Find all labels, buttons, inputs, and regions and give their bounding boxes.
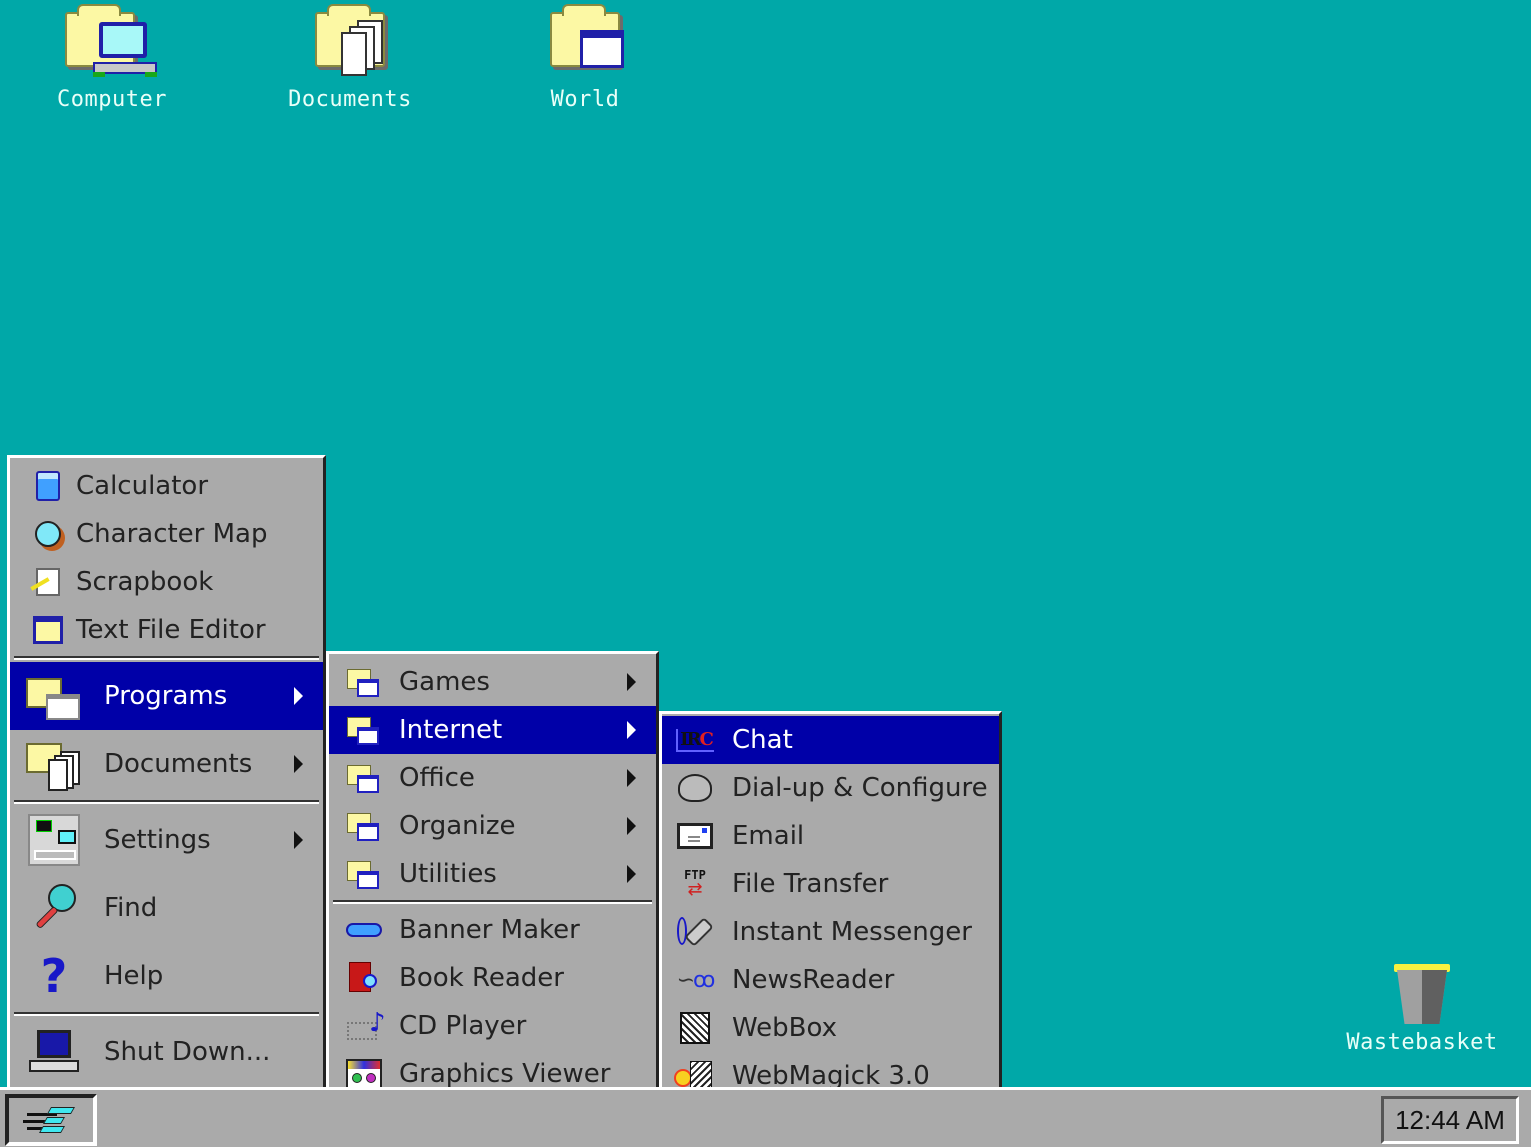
documents-folder-icon xyxy=(22,737,86,791)
scrapbook-icon xyxy=(20,568,76,596)
desktop-icon-documents[interactable]: Documents xyxy=(270,4,430,112)
menu-item-internet[interactable]: Internet xyxy=(329,706,656,754)
menu-separator xyxy=(14,800,319,804)
menu-item-programs[interactable]: Programs xyxy=(10,662,323,730)
documents-folder-icon xyxy=(295,4,405,79)
submenu-arrow-icon xyxy=(627,673,636,691)
menu-item-cd-player[interactable]: ♪ CD Player xyxy=(329,1002,656,1050)
text-editor-icon xyxy=(20,616,76,644)
help-icon: ? xyxy=(40,949,68,1003)
menu-item-help[interactable]: ? Help xyxy=(10,942,323,1010)
cd-player-icon: ♪ xyxy=(341,1010,387,1042)
menu-item-banner-maker[interactable]: Banner Maker xyxy=(329,906,656,954)
find-icon xyxy=(22,882,86,934)
menu-item-dial-up-configure[interactable]: Dial-up & Configure xyxy=(662,764,999,812)
menu-item-book-reader[interactable]: Book Reader xyxy=(329,954,656,1002)
start-icon xyxy=(23,1105,79,1135)
program-group-folder-icon xyxy=(341,713,387,747)
world-folder-icon xyxy=(530,4,640,79)
menu-item-character-map[interactable]: Character Map xyxy=(10,510,323,558)
menu-item-webbox[interactable]: WebBox xyxy=(662,1004,999,1052)
menu-item-file-transfer[interactable]: FTP ⇄ File Transfer xyxy=(662,860,999,908)
desktop-icon-label: Computer xyxy=(57,87,167,112)
menu-item-documents[interactable]: Documents xyxy=(10,730,323,798)
irc-chat-icon: IRC xyxy=(672,728,718,752)
newsreader-icon: ∽ꝏ xyxy=(676,967,716,993)
menu-item-chat[interactable]: IRC Chat xyxy=(662,716,999,764)
program-group-folder-icon xyxy=(341,857,387,891)
telephone-icon xyxy=(672,774,718,802)
desktop-icon-label: Wastebasket xyxy=(1346,1030,1498,1055)
menu-item-office[interactable]: Office xyxy=(329,754,656,802)
submenu-arrow-icon xyxy=(294,687,303,705)
computer-folder-icon xyxy=(57,4,167,79)
desktop-icon-label: Documents xyxy=(288,87,412,112)
menu-item-instant-messenger[interactable]: Instant Messenger xyxy=(662,908,999,956)
ftp-icon: FTP ⇄ xyxy=(684,868,706,900)
program-group-folder-icon xyxy=(341,665,387,699)
menu-item-settings[interactable]: Settings xyxy=(10,806,323,874)
desktop-icon-label: World xyxy=(550,87,620,112)
menu-separator xyxy=(14,1012,319,1016)
menu-item-email[interactable]: Email xyxy=(662,812,999,860)
menu-item-newsreader[interactable]: ∽ꝏ NewsReader xyxy=(662,956,999,1004)
menu-separator xyxy=(333,900,652,904)
banner-maker-icon xyxy=(341,923,387,937)
start-menu: Calculator Character Map Scrapbook Text … xyxy=(7,455,326,1090)
programs-submenu: Games Internet Office Organize Utilities… xyxy=(326,651,659,1147)
menu-item-calculator[interactable]: Calculator xyxy=(10,462,323,510)
submenu-arrow-icon xyxy=(627,865,636,883)
submenu-arrow-icon xyxy=(294,831,303,849)
programs-folder-icon xyxy=(22,672,86,720)
webbox-icon xyxy=(672,1012,718,1044)
character-map-icon xyxy=(20,521,76,547)
submenu-arrow-icon xyxy=(627,721,636,739)
internet-submenu: IRC Chat Dial-up & Configure Email FTP ⇄… xyxy=(659,711,1002,1107)
menu-item-scrapbook[interactable]: Scrapbook xyxy=(10,558,323,606)
menu-item-find[interactable]: Find xyxy=(10,874,323,942)
desktop-icon-wastebasket[interactable]: Wastebasket xyxy=(1342,960,1502,1055)
submenu-arrow-icon xyxy=(627,817,636,835)
taskbar: 12:44 AM xyxy=(0,1087,1531,1147)
book-reader-icon xyxy=(341,962,387,994)
wastebasket-icon xyxy=(1367,960,1477,1028)
settings-icon xyxy=(22,814,86,866)
submenu-arrow-icon xyxy=(627,769,636,787)
submenu-arrow-icon xyxy=(294,755,303,773)
desktop-icon-computer[interactable]: Computer xyxy=(32,4,192,112)
messenger-icon xyxy=(672,915,718,949)
menu-item-shut-down[interactable]: Shut Down... xyxy=(10,1018,323,1086)
taskbar-clock[interactable]: 12:44 AM xyxy=(1381,1096,1519,1144)
calculator-icon xyxy=(20,471,76,501)
desktop-icon-world[interactable]: World xyxy=(505,4,665,112)
program-group-folder-icon xyxy=(341,761,387,795)
program-group-folder-icon xyxy=(341,809,387,843)
menu-item-organize[interactable]: Organize xyxy=(329,802,656,850)
menu-separator xyxy=(14,656,319,660)
graphics-viewer-icon xyxy=(341,1059,387,1089)
menu-item-text-file-editor[interactable]: Text File Editor xyxy=(10,606,323,654)
menu-item-utilities[interactable]: Utilities xyxy=(329,850,656,898)
shutdown-icon xyxy=(22,1030,86,1074)
start-button[interactable] xyxy=(5,1094,97,1146)
menu-item-games[interactable]: Games xyxy=(329,658,656,706)
envelope-icon xyxy=(672,823,718,849)
